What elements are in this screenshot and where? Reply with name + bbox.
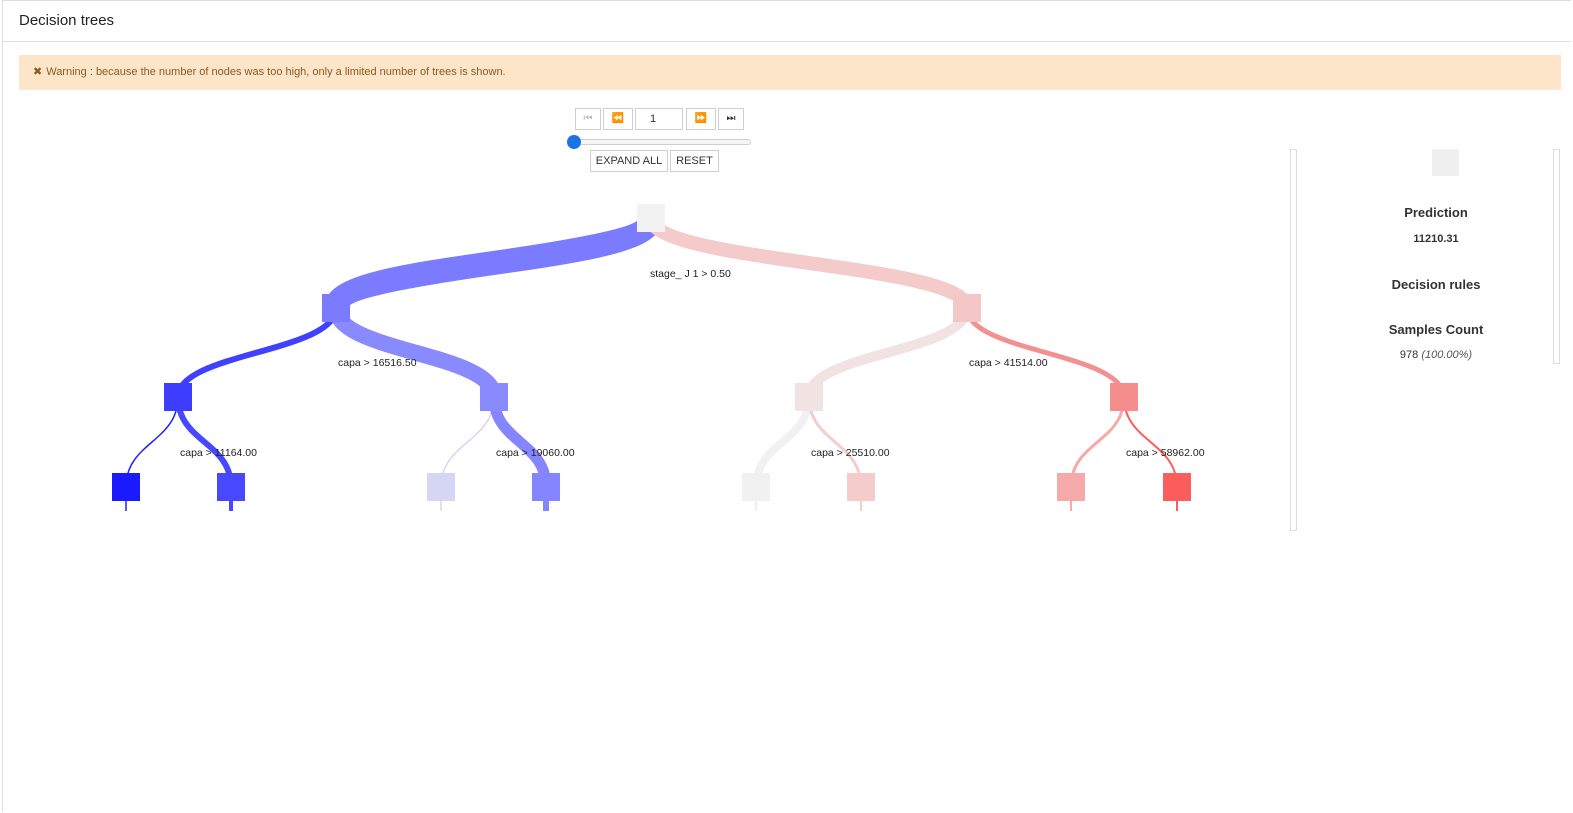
split-label-rr: capa > 58962.00: [1126, 447, 1205, 459]
tree-node-rr[interactable]: [1110, 383, 1138, 411]
samples-count-value: 978 (100.00%): [1300, 349, 1572, 361]
split-label-lr: capa > 19060.00: [496, 447, 575, 459]
node-details-panel: Prediction 11210.31 Decision rules Sampl…: [1290, 149, 1562, 533]
samples-count-label: Samples Count: [1388, 322, 1484, 337]
tree-link: [964, 307, 1127, 398]
tree-node-rrr[interactable]: [1163, 473, 1191, 501]
samples-count: 978: [1399, 349, 1419, 361]
split-label-root: stage_ J 1 > 0.50: [650, 268, 731, 280]
tree-link: [324, 214, 663, 312]
tree-node-lll[interactable]: [112, 473, 140, 501]
decision-rules-label: Decision rules: [1391, 277, 1481, 292]
tree-node-rll[interactable]: [742, 473, 770, 501]
tree-node-lrl[interactable]: [427, 473, 455, 501]
tree-node-lrr[interactable]: [532, 473, 560, 501]
prediction-label: Prediction: [1404, 205, 1468, 220]
tree-link: [804, 307, 972, 398]
tree-node-rlr[interactable]: [847, 473, 875, 501]
prediction-color-swatch: [1432, 149, 1459, 176]
tree-node-rl[interactable]: [795, 383, 823, 411]
tree-link: [644, 215, 974, 311]
split-label-r: capa > 41514.00: [969, 357, 1048, 369]
split-label-ll: capa > 11164.00: [180, 447, 257, 459]
tree-node-r[interactable]: [953, 294, 981, 322]
tree-link: [175, 307, 339, 398]
split-label-rl: capa > 25510.00: [811, 447, 890, 459]
split-label-l: capa > 16516.50: [338, 357, 417, 369]
decision-tree-canvas: stage_ J 1 > 0.50 capa > 16516.50 capa > 4…: [112, 204, 1205, 511]
tree-node-ll[interactable]: [164, 383, 192, 411]
tree-node-root[interactable]: [637, 204, 665, 232]
tree-node-lr[interactable]: [480, 383, 508, 411]
samples-percentage: (100.00%): [1421, 349, 1473, 361]
tree-node-rrl[interactable]: [1057, 473, 1085, 501]
prediction-value: 11210.31: [1413, 233, 1459, 245]
tree-link: [328, 306, 502, 399]
tree-node-l[interactable]: [322, 294, 350, 322]
tree-node-llr[interactable]: [217, 473, 245, 501]
panel-scrollbar-left[interactable]: [1290, 149, 1297, 531]
